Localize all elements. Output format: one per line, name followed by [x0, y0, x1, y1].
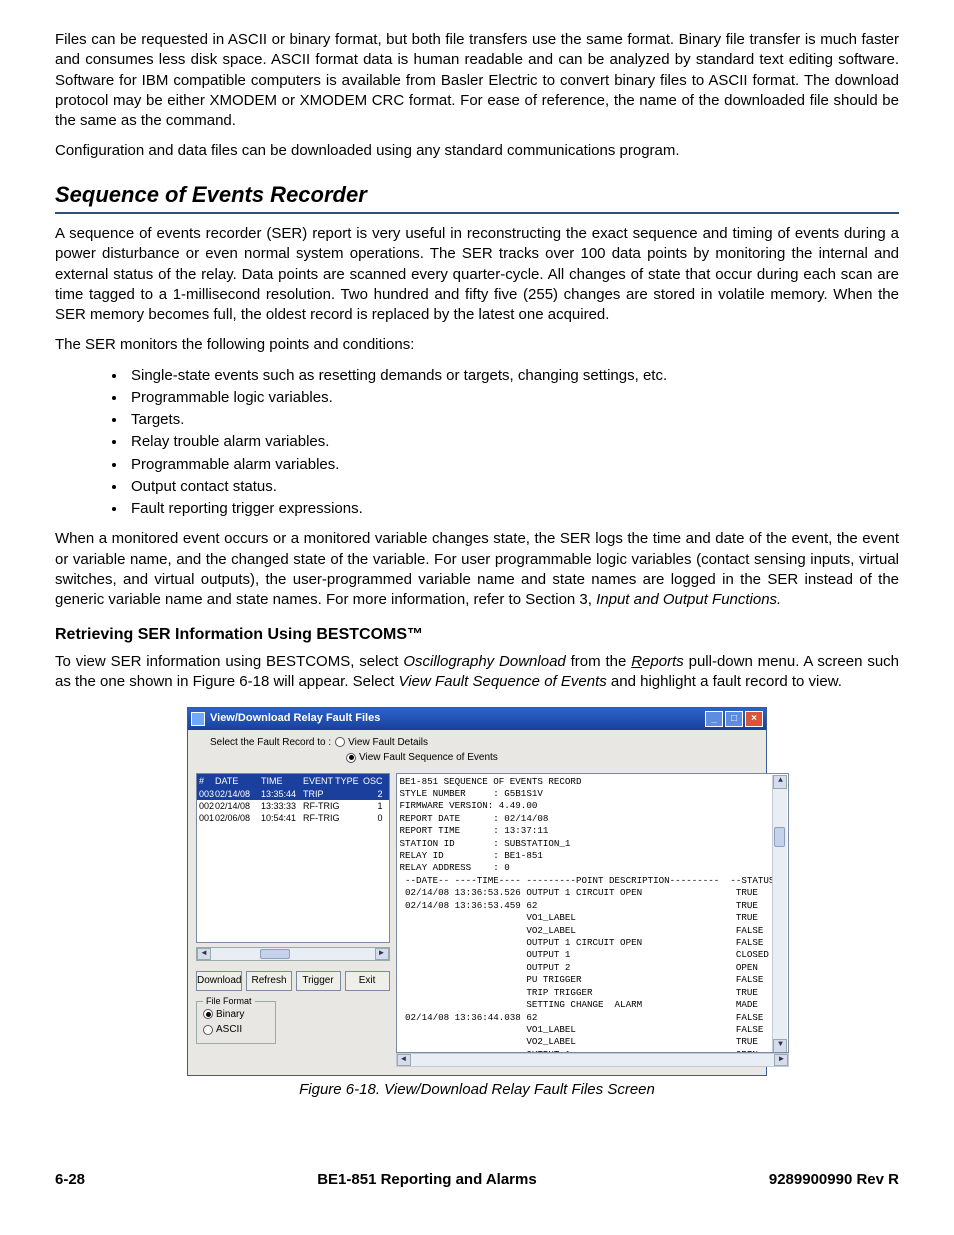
paragraph-4: The SER monitors the following points an… [55, 335, 899, 355]
file-format-legend: File Format [203, 995, 255, 1007]
radio-ascii-label: ASCII [216, 1023, 242, 1037]
refresh-button[interactable]: Refresh [246, 971, 291, 991]
radio-binary-label: Binary [216, 1008, 244, 1022]
list-item: Targets. [127, 410, 899, 430]
window-title: View/Download Relay Fault Files [210, 711, 705, 726]
radio-ascii[interactable] [203, 1025, 213, 1035]
exit-button[interactable]: Exit [345, 971, 390, 991]
ser-text-output[interactable]: BE1-851 SEQUENCE OF EVENTS RECORD STYLE … [396, 773, 790, 1053]
radio-fault-seq[interactable] [346, 753, 356, 763]
scroll-thumb[interactable] [774, 827, 785, 847]
scroll-down-icon[interactable]: ▼ [773, 1039, 787, 1053]
section-heading: Sequence of Events Recorder [55, 180, 899, 215]
textarea-vscroll[interactable]: ▲▼ [772, 775, 787, 1053]
footer-title: BE1-851 Reporting and Alarms [317, 1170, 537, 1190]
scroll-right-icon[interactable]: ► [774, 1054, 788, 1066]
subsection-heading: Retrieving SER Information Using BESTCOM… [55, 624, 899, 646]
list-item: Programmable alarm variables. [127, 455, 899, 475]
paragraph-1: Files can be requested in ASCII or binar… [55, 30, 899, 131]
minimize-button[interactable]: _ [705, 711, 723, 727]
doc-revision: 9289900990 Rev R [769, 1170, 899, 1190]
textarea-hscroll[interactable]: ◄ ► [396, 1053, 790, 1067]
scroll-up-icon[interactable]: ▲ [773, 775, 787, 789]
fault-row[interactable]: 00102/06/0810:54:41RF-TRIG0 [197, 812, 389, 824]
app-icon [191, 712, 205, 726]
scroll-left-icon[interactable]: ◄ [197, 948, 211, 960]
list-item: Output contact status. [127, 477, 899, 497]
radio-fault-seq-label: View Fault Sequence of Events [359, 751, 498, 765]
paragraph-5: When a monitored event occurs or a monit… [55, 529, 899, 610]
scroll-right-icon[interactable]: ► [375, 948, 389, 960]
page-footer: 6-28 BE1-851 Reporting and Alarms 928990… [55, 1170, 899, 1190]
radio-fault-details[interactable] [335, 737, 345, 747]
download-button[interactable]: Download [196, 971, 242, 991]
list-item: Single-state events such as resetting de… [127, 366, 899, 386]
titlebar[interactable]: View/Download Relay Fault Files _ □ × [188, 708, 766, 730]
list-item: Relay trouble alarm variables. [127, 432, 899, 452]
maximize-button[interactable]: □ [725, 711, 743, 727]
monitor-list: Single-state events such as resetting de… [127, 366, 899, 520]
fault-list[interactable]: # DATE TIME EVENT TYPE OSC 00302/14/0813… [196, 773, 390, 943]
page-number: 6-28 [55, 1170, 85, 1190]
select-label: Select the Fault Record to : [210, 736, 331, 750]
fault-row[interactable]: 00302/14/0813:35:44TRIP2 [197, 788, 389, 800]
figure-caption: Figure 6-18. View/Download Relay Fault F… [187, 1080, 767, 1100]
fault-list-header: # DATE TIME EVENT TYPE OSC [197, 774, 389, 788]
radio-fault-details-label: View Fault Details [348, 736, 428, 750]
list-item: Programmable logic variables. [127, 388, 899, 408]
fault-row[interactable]: 00202/14/0813:33:33RF-TRIG1 [197, 800, 389, 812]
radio-binary[interactable] [203, 1009, 213, 1019]
list-item: Fault reporting trigger expressions. [127, 499, 899, 519]
paragraph-3: A sequence of events recorder (SER) repo… [55, 224, 899, 325]
scroll-thumb[interactable] [260, 949, 290, 959]
fault-list-hscroll[interactable]: ◄ ► [196, 947, 390, 961]
app-window: View/Download Relay Fault Files _ □ × Se… [187, 707, 767, 1076]
scroll-left-icon[interactable]: ◄ [397, 1054, 411, 1066]
file-format-group: File Format Binary ASCII [196, 1001, 276, 1044]
paragraph-2: Configuration and data files can be down… [55, 141, 899, 161]
close-button[interactable]: × [745, 711, 763, 727]
trigger-button[interactable]: Trigger [296, 971, 341, 991]
paragraph-6: To view SER information using BESTCOMS, … [55, 652, 899, 693]
